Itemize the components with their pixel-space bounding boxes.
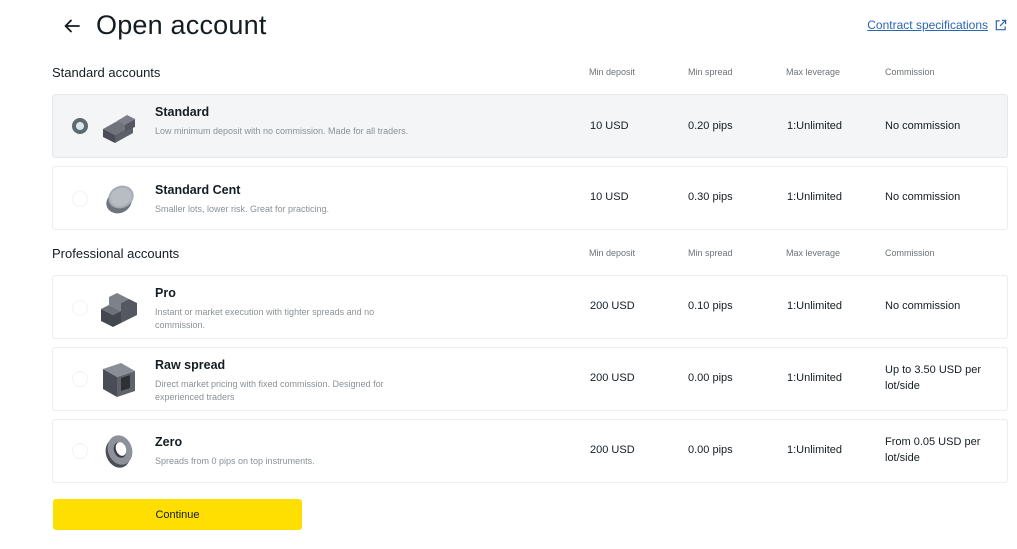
min-deposit-value: 200 USD [590, 444, 635, 456]
section-title-standard: Standard accounts [52, 65, 161, 80]
column-header-commission: Commission [885, 248, 935, 258]
account-name-standard-cent: Standard Cent [155, 183, 241, 197]
account-row-standard[interactable]: Standard Low minimum deposit with no com… [52, 94, 1008, 158]
max-leverage-value: 1:Unlimited [787, 372, 843, 384]
commission-value: Up to 3.50 USD per lot/side [885, 364, 981, 392]
min-spread-value: 0.00 pips [688, 444, 733, 456]
min-spread-value: 0.30 pips [688, 191, 733, 203]
account-radio-standard-cent[interactable] [72, 191, 88, 207]
account-description-pro: Instant or market execution with tighter… [155, 307, 375, 330]
account-name-standard: Standard [155, 105, 210, 119]
account-description-raw-spread: Direct market pricing with fixed commiss… [155, 379, 384, 402]
commission-value: No commission [885, 300, 961, 312]
external-link-icon [995, 19, 1007, 30]
back-arrow-icon[interactable] [60, 14, 84, 38]
account-name-raw-spread: Raw spread [155, 358, 226, 372]
max-leverage-value: 1:Unlimited [787, 191, 843, 203]
min-deposit-value: 200 USD [590, 372, 635, 384]
min-spread-value: 0.00 pips [688, 372, 733, 384]
commission-value: No commission [885, 120, 961, 132]
min-spread-value: 0.20 pips [688, 120, 733, 132]
contract-specifications-link[interactable]: Contract specifications [867, 18, 1007, 32]
standard-block-icon [99, 107, 139, 147]
account-description-standard-cent: Smaller lots, lower risk. Great for prac… [155, 204, 330, 214]
account-row-zero[interactable]: Zero Spreads from 0 pips on top instrume… [52, 419, 1008, 483]
account-radio-zero[interactable] [72, 443, 88, 459]
continue-button[interactable]: Continue [53, 499, 302, 530]
account-radio-raw-spread[interactable] [72, 371, 88, 387]
account-row-pro[interactable]: Pro Instant or market execution with tig… [52, 275, 1008, 339]
column-header-commission: Commission [885, 67, 935, 77]
commission-value: From 0.05 USD per lot/side [885, 436, 981, 464]
account-row-raw-spread[interactable]: Raw spread Direct market pricing with fi… [52, 347, 1008, 411]
coin-icon [99, 178, 139, 218]
section-title-professional: Professional accounts [52, 246, 180, 261]
professional-accounts-header: Professional accounts Min deposit Min sp… [52, 246, 1008, 266]
commission-value: No commission [885, 191, 961, 203]
column-header-min-deposit: Min deposit [589, 67, 636, 77]
account-description-zero: Spreads from 0 pips on top instruments. [155, 456, 315, 466]
column-header-min-deposit: Min deposit [589, 248, 636, 258]
ring-icon [99, 431, 139, 471]
account-radio-pro[interactable] [72, 300, 88, 316]
min-deposit-value: 10 USD [590, 191, 629, 203]
max-leverage-value: 1:Unlimited [787, 300, 843, 312]
max-leverage-value: 1:Unlimited [787, 120, 843, 132]
standard-accounts-header: Standard accounts Min deposit Min spread… [52, 65, 1008, 85]
max-leverage-value: 1:Unlimited [787, 444, 843, 456]
column-header-min-spread: Min spread [688, 67, 733, 77]
account-row-standard-cent[interactable]: Standard Cent Smaller lots, lower risk. … [52, 166, 1008, 230]
column-header-min-spread: Min spread [688, 248, 733, 258]
account-name-pro: Pro [155, 286, 176, 300]
account-description-standard: Low minimum deposit with no commission. … [155, 126, 409, 136]
page-header: Open account Contract specifications [0, 0, 1017, 56]
account-radio-standard[interactable] [72, 118, 88, 134]
min-deposit-value: 200 USD [590, 300, 635, 312]
column-header-max-leverage: Max leverage [786, 248, 841, 258]
min-spread-value: 0.10 pips [688, 300, 733, 312]
stairs-block-icon [99, 287, 139, 327]
frame-block-icon [99, 359, 139, 399]
contract-specifications-label: Contract specifications [867, 18, 988, 32]
column-header-max-leverage: Max leverage [786, 67, 841, 77]
page-title: Open account [96, 10, 267, 40]
min-deposit-value: 10 USD [590, 120, 629, 132]
account-name-zero: Zero [155, 435, 183, 449]
